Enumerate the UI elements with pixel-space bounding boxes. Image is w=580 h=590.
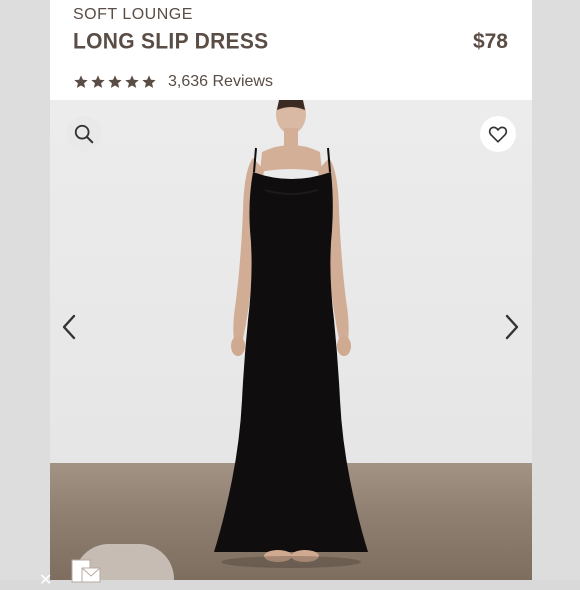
star-rating — [73, 74, 157, 90]
product-title: LONG SLIP DRESS — [73, 29, 269, 54]
left-margin — [0, 0, 50, 580]
next-image-button[interactable] — [500, 312, 524, 342]
favorite-button[interactable] — [480, 116, 516, 152]
reviews-link[interactable]: 3,636 Reviews — [168, 73, 273, 91]
star-icon — [142, 75, 156, 88]
product-photo-model — [214, 100, 368, 568]
star-icon — [91, 75, 105, 88]
star-icon — [74, 75, 88, 88]
collection-label: SOFT LOUNGE — [73, 6, 193, 23]
search-button[interactable] — [66, 116, 102, 152]
chevron-right-icon — [505, 314, 519, 340]
star-icon — [125, 75, 139, 88]
heart-icon — [488, 126, 508, 143]
rating-row[interactable]: 3,636 Reviews — [73, 73, 273, 91]
product-header: SOFT LOUNGE LONG SLIP DRESS $78 3,636 Re… — [50, 0, 532, 100]
product-price: $78 — [472, 30, 508, 53]
product-image-gallery[interactable] — [50, 100, 532, 580]
right-margin — [532, 0, 580, 580]
document-icon[interactable] — [70, 558, 102, 584]
star-icon — [108, 75, 122, 88]
chevron-left-icon — [62, 314, 76, 340]
previous-image-button[interactable] — [57, 312, 81, 342]
close-icon[interactable]: ✕ — [39, 570, 52, 590]
product-panel: SOFT LOUNGE LONG SLIP DRESS $78 3,636 Re… — [50, 0, 532, 580]
search-icon — [74, 124, 94, 144]
